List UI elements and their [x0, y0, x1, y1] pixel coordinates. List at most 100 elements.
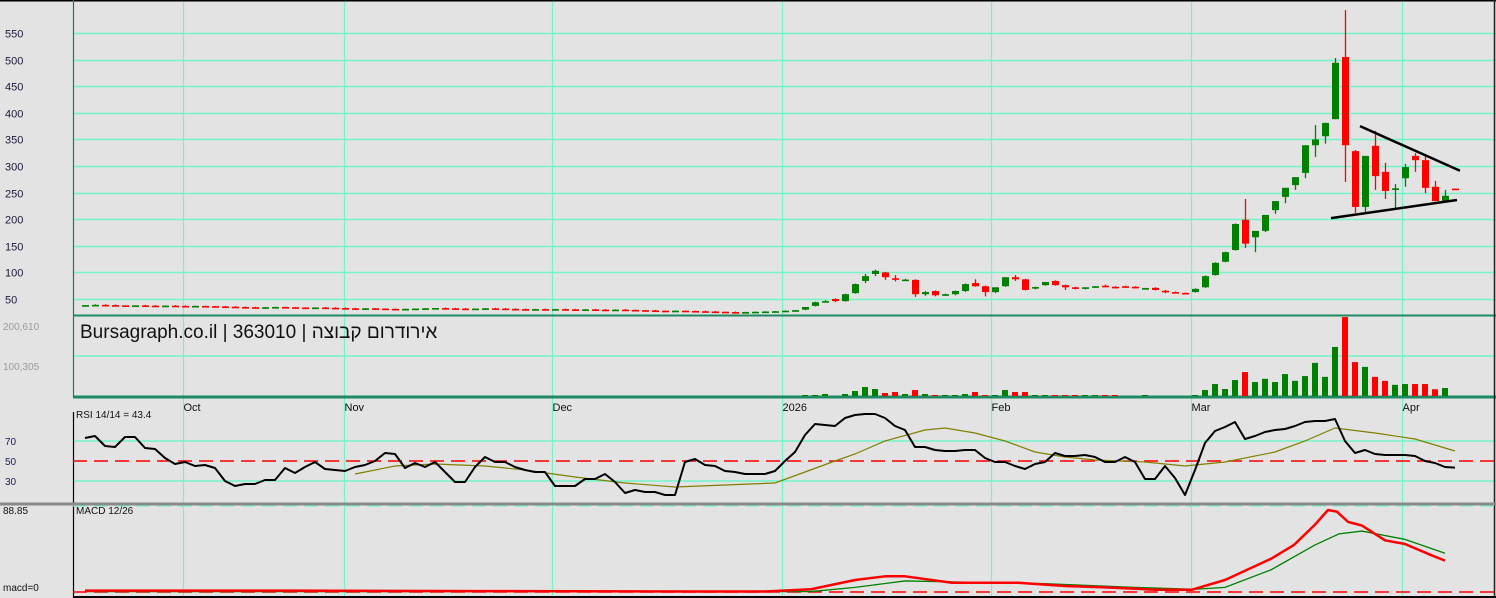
candle [852, 283, 859, 294]
volume-bar [852, 391, 858, 396]
candle-body [1272, 201, 1279, 211]
candle [1182, 292, 1189, 295]
volume-bar [862, 387, 868, 396]
candle [312, 307, 319, 310]
candle-body [302, 307, 309, 310]
volume-bar [812, 395, 818, 397]
candle [582, 309, 589, 311]
candle-body [662, 310, 669, 313]
price-tick-label: 250 [5, 189, 23, 201]
candle [1022, 278, 1029, 291]
candle-body [362, 308, 369, 310]
volume-bar [1202, 390, 1208, 396]
candle [282, 306, 289, 309]
candle [422, 308, 429, 310]
candle [812, 301, 819, 307]
candle-body [832, 299, 839, 302]
candle-body [82, 305, 89, 307]
candle-body [292, 307, 299, 309]
candle-body [492, 308, 499, 310]
candle-body [1202, 276, 1209, 288]
volume-bar [1302, 376, 1308, 396]
candle [1222, 251, 1229, 263]
stock-chart: 50 100 150 200 250 300 350 400 450 500 550 Oct Nov De… [0, 0, 1496, 598]
candle-body [502, 308, 509, 311]
price-tick-label: 550 [5, 29, 23, 41]
candle-body [1392, 188, 1399, 190]
price-tick-label: 400 [5, 109, 23, 121]
candle-body [442, 308, 449, 310]
candle-body [862, 276, 869, 281]
candle [262, 306, 269, 309]
macd-max-label: 88.85 [3, 506, 28, 517]
candle-body [352, 308, 359, 310]
candle-body [672, 310, 679, 313]
volume-bar [1032, 395, 1038, 397]
volume-bar [1082, 395, 1088, 397]
candle-body [692, 310, 699, 313]
price-tick-label: 100 [5, 268, 23, 280]
volume-bar [1072, 395, 1078, 397]
candle [1092, 286, 1099, 288]
month-label: Feb [992, 402, 1011, 414]
month-label: 2026 [783, 402, 807, 414]
candle-body [472, 308, 479, 311]
candle-body [462, 308, 469, 311]
candle-body [742, 312, 749, 314]
candle-body [392, 308, 399, 311]
candle-body [872, 270, 879, 274]
candle-body [1302, 145, 1309, 173]
candle-body [712, 311, 719, 314]
volume-bar [1312, 362, 1318, 396]
candle [722, 311, 729, 314]
candle [632, 309, 639, 312]
volume-bar [942, 395, 948, 397]
candle-body [1232, 223, 1239, 251]
volume-bar [1362, 366, 1368, 396]
volume-bar [1322, 376, 1328, 396]
candle-body [262, 307, 269, 309]
volume-tick-label: 100,305 [3, 362, 40, 373]
candle-body [822, 301, 829, 303]
volume-bar [982, 395, 988, 397]
candle [292, 306, 299, 309]
candle-body [582, 309, 589, 311]
volume-bar [1412, 384, 1418, 396]
candle [402, 308, 409, 311]
candle-body [902, 279, 909, 282]
candle [392, 308, 399, 311]
price-tick-label: 150 [5, 242, 23, 254]
candle-body [1332, 62, 1339, 120]
candle-body [1042, 281, 1049, 286]
candle-body [632, 309, 639, 312]
candle-body [1032, 287, 1039, 289]
candle [432, 308, 439, 310]
candle [82, 305, 89, 307]
candle-body [892, 278, 899, 280]
volume-bar [802, 395, 808, 397]
volume-bar [992, 395, 998, 397]
volume-bar [1282, 374, 1288, 396]
volume-bar [1422, 384, 1428, 396]
volume-bar [1112, 395, 1118, 397]
candle-body [162, 305, 169, 308]
candle-body [1122, 286, 1129, 288]
candle-body [282, 306, 289, 309]
volume-bar [1262, 378, 1268, 396]
candle-body [1372, 145, 1379, 177]
candle-body [1292, 177, 1299, 186]
volume-bar [872, 389, 878, 396]
candle-body [512, 308, 519, 311]
macd-label: MACD 12/26 [76, 506, 134, 517]
month-label: Nov [345, 402, 365, 414]
volume-bar [1092, 395, 1098, 397]
candle-body [252, 307, 259, 309]
candle-body [1312, 139, 1319, 146]
candle [1042, 281, 1049, 286]
candle [772, 310, 779, 313]
volume-bar [902, 394, 908, 396]
volume-bar [1042, 395, 1048, 397]
candle-body [1112, 286, 1119, 289]
volume-bar [1052, 395, 1058, 397]
candle [962, 283, 969, 293]
